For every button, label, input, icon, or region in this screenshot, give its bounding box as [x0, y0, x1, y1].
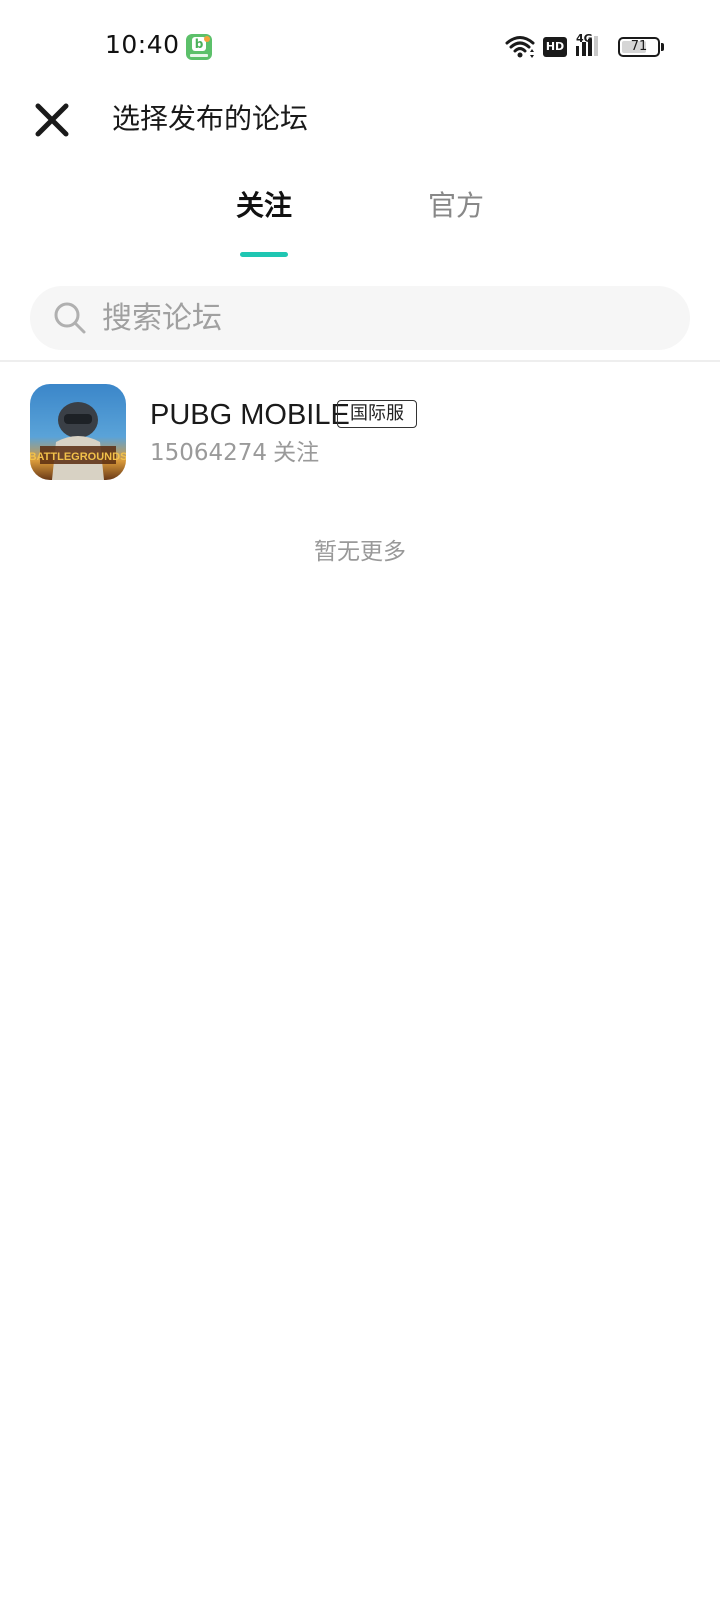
hd-badge: HD — [543, 37, 567, 57]
search-input[interactable] — [102, 286, 662, 350]
tab-following-label: 关注 — [235, 189, 292, 222]
wifi-icon — [505, 36, 535, 58]
follower-suffix: 关注 — [273, 440, 320, 466]
app-notification-icon: b — [186, 34, 212, 60]
follower-number: 15064274 — [150, 440, 268, 466]
tab-official[interactable]: 官方 — [396, 186, 516, 256]
tab-following[interactable]: 关注 — [204, 186, 324, 257]
search-box[interactable] — [30, 286, 690, 350]
search-icon — [54, 302, 86, 334]
battery-cap — [661, 43, 664, 51]
svg-text:BATTLEGROUNDS: BATTLEGROUNDS — [30, 451, 126, 463]
page-title: 选择发布的论坛 — [112, 102, 309, 135]
close-icon — [35, 103, 69, 137]
search-divider — [0, 360, 720, 362]
forum-list-item[interactable]: BATTLEGROUNDS PUBG MOBILE 国际服 15064274 关注 — [0, 384, 720, 484]
status-time: 10:40 — [105, 30, 180, 59]
forum-picker-screen: 10:40 b HD 4G 71 选择发布的论坛 关注 官方 搜索论坛 BATT… — [0, 0, 720, 1600]
tab-official-label: 官方 — [427, 189, 484, 222]
region-tag: 国际服 — [337, 400, 417, 428]
forum-follower-count: 15064274 关注 — [150, 438, 325, 468]
battery-indicator: 71 — [618, 37, 660, 57]
status-bar: 10:40 b HD 4G 71 — [0, 0, 720, 96]
pubg-mobile-game-icon: BATTLEGROUNDS — [30, 384, 126, 480]
active-tab-indicator — [240, 252, 288, 257]
battery-level: 71 — [630, 39, 648, 54]
header: 选择发布的论坛 — [0, 96, 720, 192]
signal-bars-icon — [576, 36, 598, 56]
list-end-text: 暂无更多 — [314, 539, 406, 565]
forum-name: PUBG MOBILE — [150, 399, 350, 431]
tab-bar: 关注 官方 — [0, 186, 720, 266]
close-button[interactable] — [28, 96, 76, 144]
